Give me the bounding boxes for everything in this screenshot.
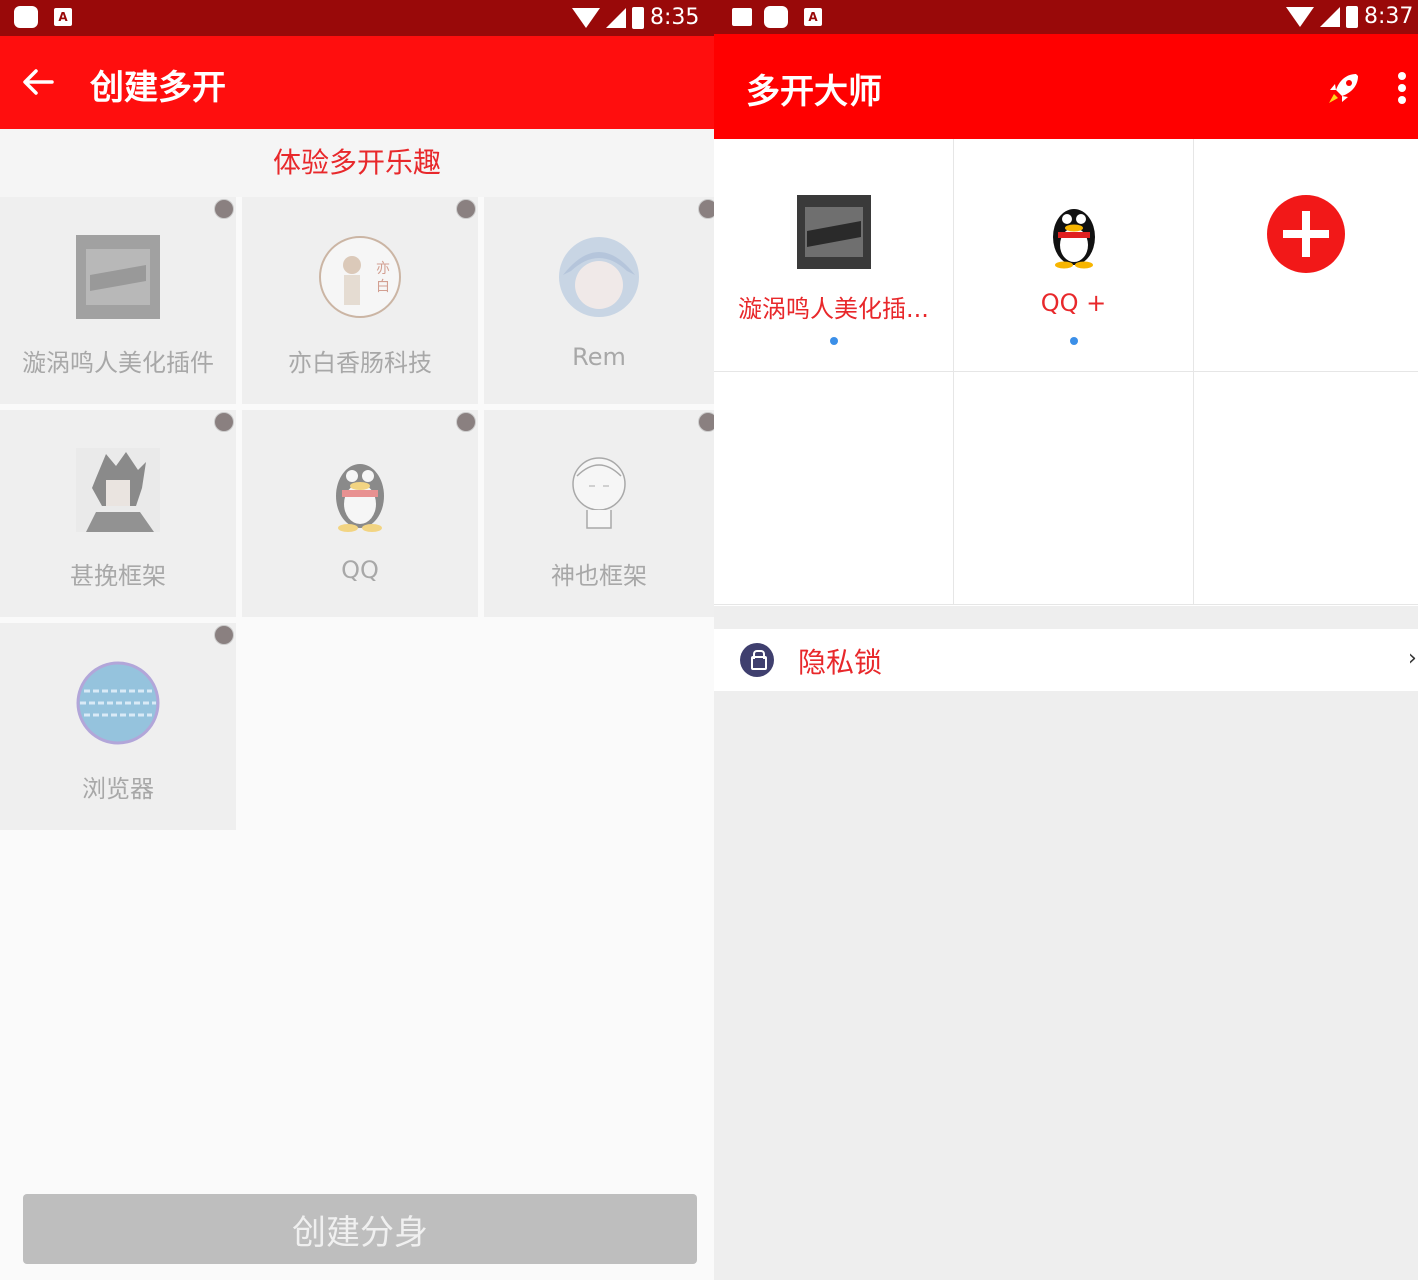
selected-badge-icon — [698, 412, 714, 432]
app-tile-label: 甚挽框架 — [70, 562, 166, 590]
svg-text:亦: 亦 — [376, 261, 390, 277]
toolbar: 创建多开 — [0, 36, 714, 129]
app-tile-qq[interactable]: QQ — [242, 410, 478, 617]
app-tile-naruto[interactable]: 漩涡鸣人美化插件 — [0, 197, 236, 404]
status-bar: A 8:35 — [0, 0, 714, 36]
app-tile-label: 浏览器 — [82, 775, 154, 803]
selected-badge-icon — [214, 625, 234, 645]
selected-badge-icon — [456, 199, 476, 219]
rem-avatar — [559, 237, 639, 317]
app-tile-label: 亦白香肠科技 — [288, 349, 432, 377]
naruto-avatar — [76, 235, 160, 319]
app-tile-shenwan[interactable]: 甚挽框架 — [0, 410, 236, 617]
image-icon — [732, 8, 752, 26]
wifi-icon — [572, 8, 600, 28]
clone-item-qq[interactable]: QQ + — [954, 139, 1194, 372]
yibai-avatar: 亦白 — [319, 236, 401, 318]
app-tile-label: QQ — [341, 556, 379, 584]
app-tile-yibai[interactable]: 亦白 亦白香肠科技 — [242, 197, 478, 404]
clone-item-label: QQ + — [1040, 289, 1107, 317]
battery-icon — [632, 7, 644, 29]
status-bar: A 8:37 — [714, 0, 1418, 34]
wifi-icon — [1286, 7, 1314, 27]
empty-cell — [714, 372, 954, 605]
battery-icon — [1346, 6, 1358, 28]
clone-item-label: 漩涡鸣人美化插... — [738, 295, 929, 323]
more-vert-icon[interactable] — [1396, 70, 1408, 106]
app-tile-label: Rem — [572, 343, 626, 371]
running-dot — [1069, 337, 1078, 345]
arrow-left-icon[interactable] — [18, 62, 58, 102]
app-tile-label: 神也框架 — [551, 562, 647, 590]
selected-badge-icon — [214, 412, 234, 432]
naruto-avatar — [796, 195, 871, 269]
rocket-icon[interactable] — [1326, 70, 1362, 106]
app-tile-shenye[interactable]: 神也框架 — [484, 410, 714, 617]
lock-icon — [740, 643, 774, 677]
svg-text:白: 白 — [376, 279, 390, 295]
globe-icon — [76, 661, 160, 745]
subheader: 体验多开乐趣 — [0, 129, 714, 197]
clone-master-screen: A 8:37 多开大师 漩涡鸣人美化插... QQ + 隐私锁 › — [714, 0, 1418, 1280]
toolbar: 多开大师 — [714, 34, 1418, 139]
running-dot — [829, 337, 838, 345]
app-tile-label: 漩涡鸣人美化插件 — [22, 349, 214, 377]
signal-icon — [1320, 7, 1340, 27]
add-icon[interactable] — [1267, 195, 1345, 273]
selected-badge-icon — [456, 412, 476, 432]
qq-penguin-icon — [1052, 209, 1095, 269]
app-tile-browser[interactable]: 浏览器 — [0, 623, 236, 830]
privacy-lock-label: 隐私锁 — [798, 646, 883, 679]
selected-badge-icon — [214, 199, 234, 219]
create-clone-button[interactable]: 创建分身 — [23, 1194, 697, 1264]
signal-icon — [606, 8, 626, 28]
clone-item-naruto[interactable]: 漩涡鸣人美化插... — [714, 139, 954, 372]
a-icon: A — [54, 8, 72, 26]
qq-penguin-icon — [336, 464, 384, 532]
status-time: 8:35 — [650, 5, 700, 30]
status-time: 8:37 — [1364, 4, 1414, 29]
app-tile-rem[interactable]: Rem — [484, 197, 714, 404]
app-icon — [14, 6, 38, 28]
add-clone-cell[interactable] — [1194, 139, 1418, 372]
chevron-right-icon: › — [1408, 646, 1417, 671]
create-clone-screen: A 8:35 创建多开 体验多开乐趣 漩涡鸣人美化插件 亦白 亦白香肠科技 Re… — [0, 0, 714, 1280]
app-title: 多开大师 — [746, 72, 882, 112]
privacy-lock-row[interactable]: 隐私锁 › — [714, 629, 1418, 691]
a-icon: A — [804, 8, 822, 26]
clone-grid: 漩涡鸣人美化插... QQ + — [714, 139, 1418, 606]
empty-cell — [954, 372, 1194, 605]
sasuke-avatar — [76, 448, 160, 532]
selected-badge-icon — [698, 199, 714, 219]
empty-cell — [1194, 372, 1418, 605]
sketch-avatar — [572, 457, 626, 529]
app-icon — [764, 6, 788, 28]
page-title: 创建多开 — [90, 68, 226, 108]
